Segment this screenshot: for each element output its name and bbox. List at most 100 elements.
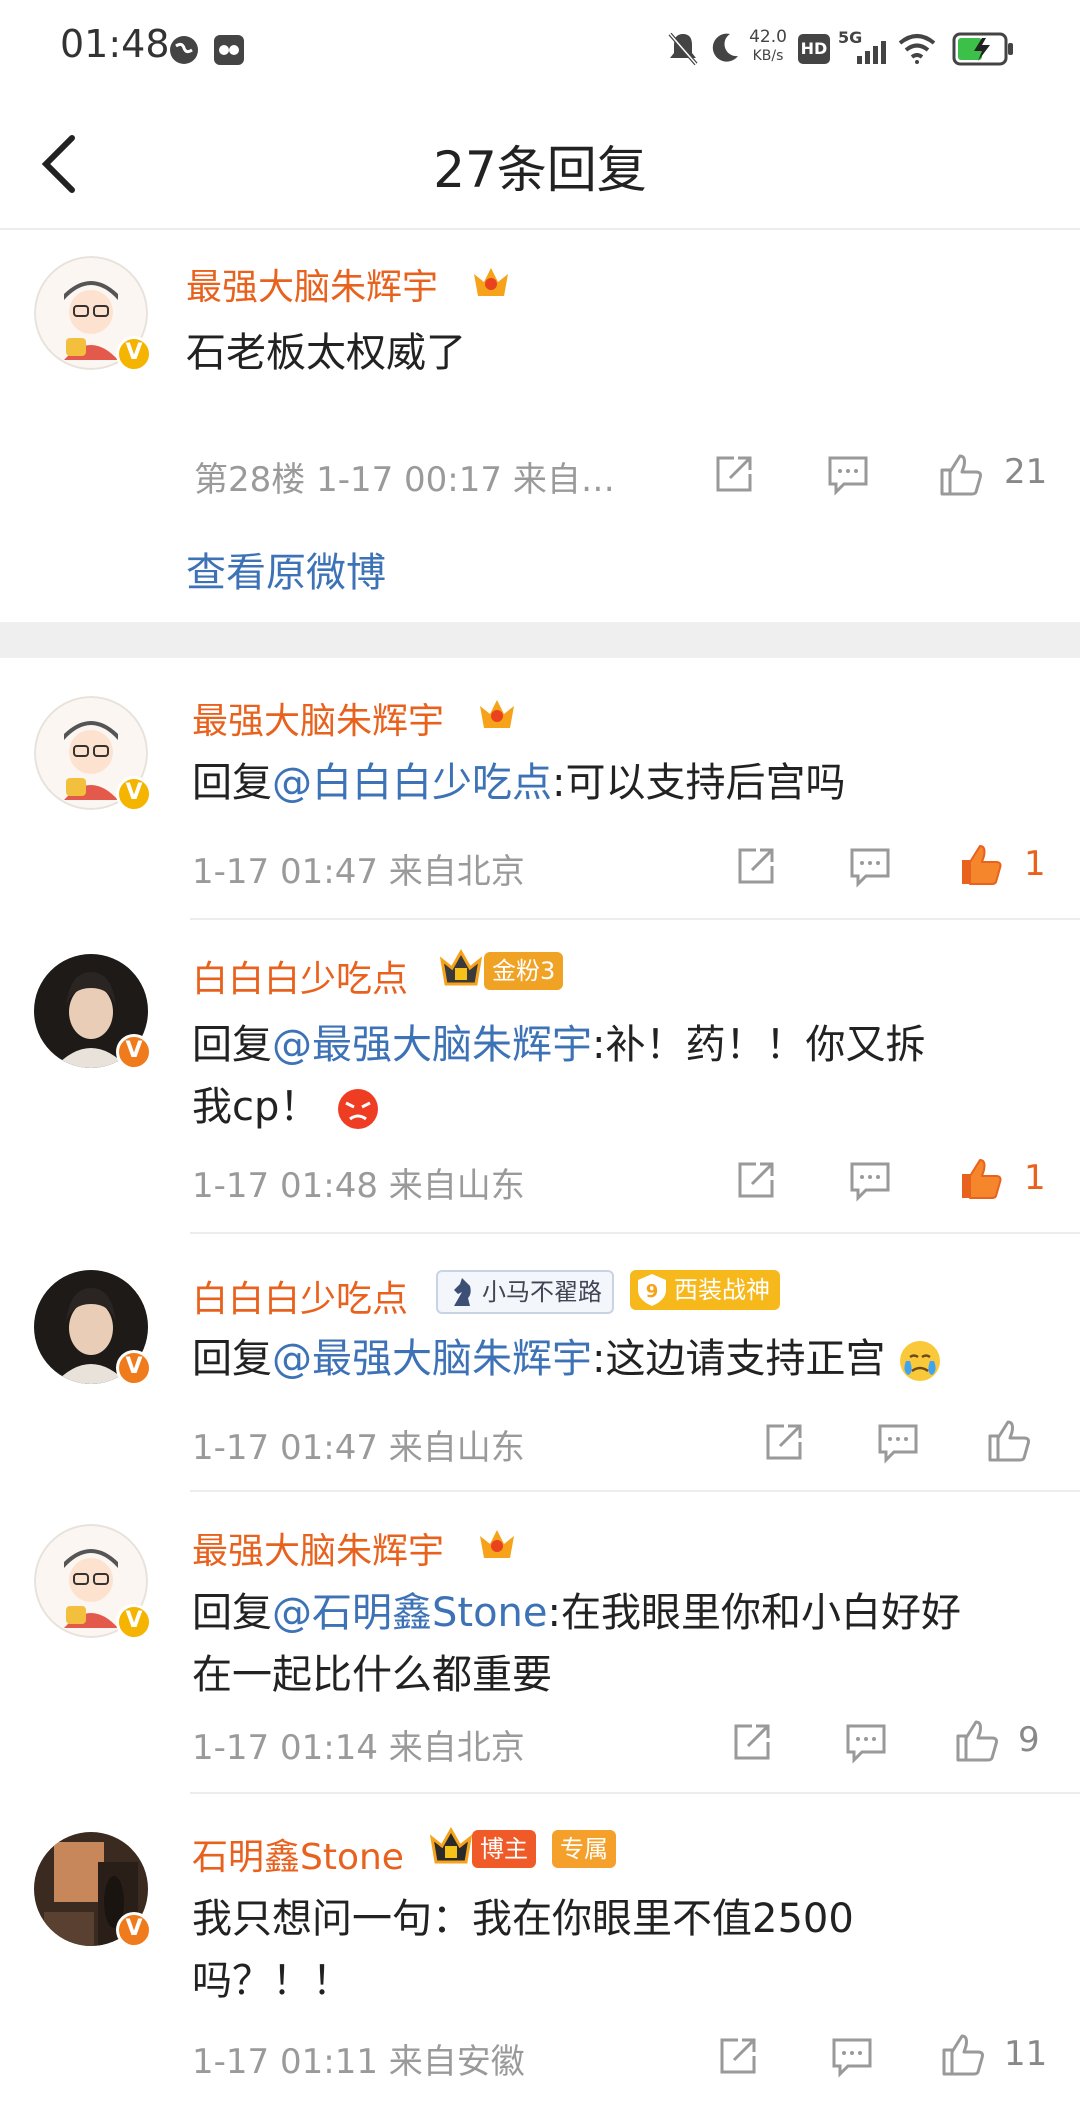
like-icon[interactable] <box>954 1716 1002 1764</box>
like-icon[interactable] <box>986 1416 1034 1464</box>
mention-link[interactable]: @石明鑫Stone <box>272 1590 548 1636</box>
fan-level-badge: 金粉3 <box>484 952 564 990</box>
comment-icon[interactable] <box>826 454 870 496</box>
username[interactable]: 白白白少吃点 <box>192 950 408 1002</box>
list-item: V 石明鑫Stone 博主 专属 我只想问一句：我在你眼里不值2500 吗？！！ … <box>0 1794 1080 2113</box>
verified-badge-icon: V <box>116 336 152 372</box>
reply-prefix: 回复 <box>192 1590 272 1636</box>
blogger-badge-label: 博主 <box>480 1835 528 1863</box>
angry-emoji-icon <box>338 1089 379 1129</box>
view-original-post-link[interactable]: 查看原微博 <box>186 540 386 598</box>
section-divider <box>0 622 1080 658</box>
main-comment: V 最强大脑朱辉宇 石老板太权威了 第28楼 1-17 00:17 来自… 21… <box>0 230 1080 622</box>
avatar[interactable]: V <box>34 1270 152 1386</box>
share-icon[interactable] <box>734 1158 778 1202</box>
avatar[interactable]: V <box>34 954 152 1070</box>
comment-icon[interactable] <box>830 2036 874 2078</box>
moon-icon <box>712 33 738 62</box>
shield-9-number: 9 <box>646 1281 659 1302</box>
reply-meta: 1-17 01:47 来自山东 <box>192 1428 525 1468</box>
crying-emoji-icon <box>900 1341 941 1381</box>
reply-body-line2: 我cp！ <box>192 1084 320 1130</box>
status-time: 01:48 <box>60 22 170 66</box>
avatar[interactable]: V <box>34 1832 152 1948</box>
hd-label: HD <box>800 39 828 58</box>
blogger-badge: 博主 <box>472 1830 536 1868</box>
hd-badge: HD <box>798 34 830 64</box>
battery-icon <box>952 32 1013 66</box>
net-speed-value: 42.0 <box>749 27 787 47</box>
list-item: V 白白白少吃点 金粉3 回复@最强大脑朱辉宇:补！药！！你又拆 我cp！ 1-1… <box>0 920 1080 1234</box>
list-item: V 最强大脑朱辉宇 回复@石明鑫Stone:在我眼里你和小白好好 在一起比什么都重… <box>0 1492 1080 1794</box>
share-icon[interactable] <box>716 2034 760 2078</box>
reply-meta: 1-17 01:47 来自北京 <box>192 852 525 892</box>
like-count: 11 <box>1004 2034 1048 2074</box>
username[interactable]: 白白白少吃点 <box>192 1270 408 1322</box>
fan-level-label: 金粉3 <box>492 957 556 985</box>
username[interactable]: 石明鑫Stone <box>192 1828 404 1880</box>
avatar[interactable]: V <box>34 1524 152 1640</box>
crown-badge-icon <box>429 1826 473 1864</box>
reply-text: 回复@石明鑫Stone:在我眼里你和小白好好 在一起比什么都重要 <box>192 1582 1052 1706</box>
page-title: 27条回复 <box>433 141 647 199</box>
share-icon[interactable] <box>762 1420 806 1464</box>
reply-body: :在我眼里你和小白好好 <box>547 1590 961 1636</box>
app-icon <box>214 35 244 65</box>
like-count: 9 <box>1018 1720 1040 1760</box>
reply-body: 我只想问一句：我在你眼里不值2500 <box>192 1896 854 1942</box>
verified-badge-icon: V <box>116 1604 152 1640</box>
comment-icon[interactable] <box>844 1722 888 1764</box>
mention-link[interactable]: @最强大脑朱辉宇 <box>272 1336 592 1382</box>
share-icon[interactable] <box>712 452 756 496</box>
comment-icon[interactable] <box>876 1422 920 1464</box>
wifi-icon <box>898 34 936 64</box>
verified-badge-icon: V <box>116 1912 152 1948</box>
reply-text: 回复@白白白少吃点:可以支持后宫吗 <box>192 752 845 814</box>
like-count: 21 <box>1004 452 1048 492</box>
exclusive-badge-label: 专属 <box>560 1835 608 1863</box>
net-speed-unit: KB/s <box>752 48 784 64</box>
share-icon[interactable] <box>730 1720 774 1764</box>
crown-badge-icon <box>480 700 514 728</box>
comment-icon[interactable] <box>848 846 892 888</box>
mention-link[interactable]: @白白白少吃点 <box>272 760 552 806</box>
fan-crown-icon <box>439 948 483 986</box>
comment-icon[interactable] <box>848 1160 892 1202</box>
like-icon[interactable] <box>940 2030 988 2078</box>
username[interactable]: 最强大脑朱辉宇 <box>186 258 438 310</box>
reply-text: 回复@最强大脑朱辉宇:这边请支持正宫 <box>192 1328 942 1390</box>
horse-icon <box>454 1278 471 1306</box>
like-count: 1 <box>1024 1158 1046 1198</box>
like-icon[interactable] <box>938 450 986 498</box>
reply-prefix: 回复 <box>192 1022 272 1068</box>
verified-badge-icon: V <box>116 776 152 812</box>
reply-text: 我只想问一句：我在你眼里不值2500 吗？！！ <box>192 1888 1052 2012</box>
mute-icon <box>668 32 698 66</box>
reply-meta: 1-17 01:14 来自北京 <box>192 1728 525 1768</box>
list-item: V 最强大脑朱辉宇 回复@白白白少吃点:可以支持后宫吗 1-17 01:47 来… <box>0 660 1080 920</box>
crown-badge-icon <box>474 268 508 296</box>
suit-badge-label: 西装战神 <box>674 1276 770 1304</box>
horse-badge: 小马不翟路 <box>436 1270 614 1314</box>
globe-icon <box>170 36 198 64</box>
list-item: V 白白白少吃点 小马不翟路 9 西装战神 回复@最强大脑朱辉宇:这边请支持正宫… <box>0 1234 1080 1492</box>
username[interactable]: 最强大脑朱辉宇 <box>192 692 444 744</box>
reply-body: :可以支持后宫吗 <box>552 760 846 806</box>
like-count: 1 <box>1024 844 1046 884</box>
like-icon-active[interactable] <box>958 840 1006 888</box>
comment-meta: 第28楼 1-17 00:17 来自… <box>194 460 615 500</box>
comment-text: 石老板太权威了 <box>186 330 466 376</box>
mention-link[interactable]: @最强大脑朱辉宇 <box>272 1022 592 1068</box>
net-speed: 42.0 KB/s <box>746 28 790 66</box>
username[interactable]: 最强大脑朱辉宇 <box>192 1522 444 1574</box>
like-icon-active[interactable] <box>958 1154 1006 1202</box>
avatar[interactable]: V <box>34 696 152 812</box>
suit-badge: 9 西装战神 <box>630 1270 780 1310</box>
reply-text: 回复@最强大脑朱辉宇:补！药！！你又拆 我cp！ <box>192 1014 1052 1138</box>
verified-badge-icon: V <box>116 1350 152 1386</box>
share-icon[interactable] <box>734 844 778 888</box>
exclusive-badge: 专属 <box>552 1830 616 1868</box>
reply-meta: 1-17 01:11 来自安徽 <box>192 2042 525 2082</box>
avatar[interactable]: V <box>34 256 152 372</box>
reply-meta: 1-17 01:48 来自山东 <box>192 1166 525 1206</box>
